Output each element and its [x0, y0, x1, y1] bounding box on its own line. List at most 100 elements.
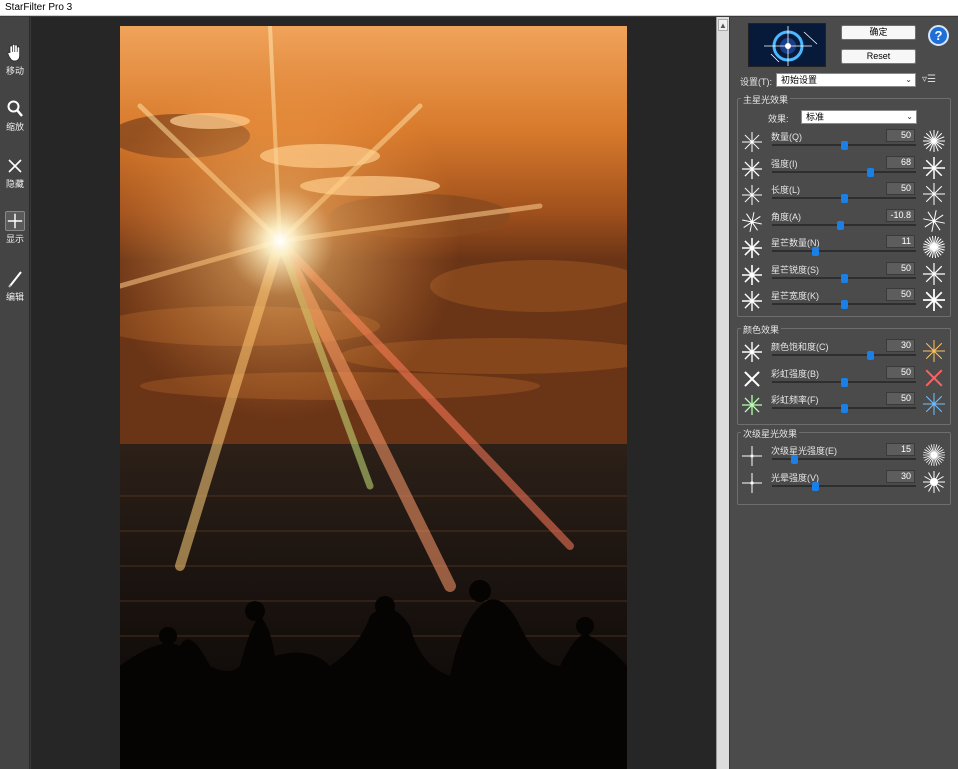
slider-thumb[interactable] [866, 167, 874, 177]
slider-row: 角度(A) -10.8 [738, 208, 950, 235]
slider-value-field[interactable]: 50 [886, 129, 915, 142]
slider-thumb[interactable] [841, 404, 848, 413]
star-preview-icon [922, 339, 946, 363]
slider-row: 次级星光强度(E) 15 [738, 443, 950, 469]
star-preview-icon [922, 262, 946, 286]
slider-track[interactable] [772, 250, 916, 252]
settings-panel: 确定 Reset ? 设置(T): 初始设置 ⌄ ▿☰ 主星光效果 效果: 标准 ⌄… [730, 17, 958, 769]
slider-value-field[interactable]: 50 [886, 392, 915, 405]
star-preview-icon [741, 472, 763, 494]
vertical-scrollbar[interactable]: ▲ [716, 17, 729, 769]
tool-hide-label: 隐藏 [5, 179, 24, 189]
color-effect-group: 颜色效果 颜色饱和度(C) 30 彩虹强度(B) 50 彩虹频率(F) 50 [737, 323, 951, 425]
star-preview-icon [922, 392, 946, 416]
chevron-down-icon: ⌄ [906, 112, 913, 121]
slider-row: 数量(Q) 50 [738, 129, 950, 155]
star-preview-icon [741, 368, 763, 390]
effect-select[interactable]: 标准 ⌄ [801, 110, 917, 124]
preset-value: 初始设置 [781, 75, 818, 85]
secondary-star-group: 次级星光效果 次级星光强度(E) 15 光晕强度(V) 30 [737, 427, 951, 505]
slider-track[interactable] [772, 223, 916, 226]
slider-label: 强度(I) [771, 158, 798, 169]
slider-value-field[interactable]: 68 [886, 155, 915, 169]
star-preview-icon [741, 341, 763, 363]
slider-row: 星芒宽度(K) 50 [738, 288, 950, 314]
scroll-up-arrow-icon[interactable]: ▲ [718, 19, 728, 31]
slider-value-field[interactable]: 50 [886, 261, 915, 275]
star-preview-icon [741, 445, 763, 467]
effect-value: 标准 [806, 112, 825, 122]
slider-label: 星芒锐度(S) [771, 264, 819, 275]
reset-button[interactable]: Reset [841, 49, 916, 64]
slider-thumb[interactable] [841, 141, 848, 150]
slider-label: 颜色饱和度(C) [771, 342, 829, 352]
tool-hide[interactable]: 隐藏 [2, 154, 28, 190]
slider-label: 角度(A) [771, 211, 801, 222]
main-star-group-title: 主星光效果 [741, 93, 791, 106]
tool-sidebar: 移动 缩放 隐藏 显示 编辑 [0, 17, 30, 769]
star-preview-icon [741, 158, 763, 180]
slider-row: 星芒数量(N) 11 [738, 235, 950, 261]
preset-menu-icon[interactable]: ▿☰ [922, 74, 936, 85]
tool-edit[interactable]: 编辑 [2, 267, 28, 303]
star-preview-icon [922, 156, 946, 180]
hand-icon [7, 44, 20, 62]
slider-thumb[interactable] [812, 247, 820, 256]
slider-row: 星芒锐度(S) 50 [738, 261, 950, 288]
tool-zoom-label: 缩放 [5, 122, 24, 132]
slider-thumb[interactable] [841, 377, 848, 387]
slider-thumb[interactable] [841, 194, 848, 203]
star-preview-icon [922, 182, 946, 206]
star-preview-icon [922, 235, 946, 259]
slider-track[interactable] [772, 170, 916, 173]
star-preview-icon [922, 209, 946, 233]
slider-track[interactable] [772, 354, 916, 356]
slider-track[interactable] [772, 484, 916, 487]
star-preview-icon [741, 394, 763, 416]
window-title: StarFilter Pro 3 [5, 2, 73, 13]
slider-value-field[interactable]: 50 [886, 288, 915, 301]
slider-thumb[interactable] [866, 351, 874, 360]
main-star-group: 主星光效果 效果: 标准 ⌄ 数量(Q) 50 强度(I) 68 长度(L) 50 角度(A)… [737, 93, 951, 317]
star-preview-icon [741, 184, 763, 206]
slider-value-field[interactable]: 30 [886, 339, 915, 352]
slider-value-field[interactable]: 50 [886, 365, 915, 379]
chevron-down-icon: ⌄ [905, 75, 912, 84]
star-preview-icon [922, 470, 946, 494]
tool-show[interactable]: 显示 [2, 209, 28, 245]
magnifier-icon [7, 100, 23, 117]
slider-thumb[interactable] [790, 455, 798, 464]
star-preview-icon [741, 131, 763, 153]
tool-move-label: 移动 [5, 66, 24, 76]
help-icon[interactable]: ? [928, 25, 949, 46]
slider-label: 长度(L) [771, 185, 800, 195]
slider-thumb[interactable] [841, 273, 848, 283]
preset-select[interactable]: 初始设置 ⌄ [776, 73, 916, 87]
slider-value-field[interactable]: -10.8 [886, 208, 915, 222]
star-preview-icon [922, 129, 946, 153]
slider-row: 长度(L) 50 [738, 182, 950, 208]
preset-label: 设置(T): [740, 77, 772, 87]
slider-value-field[interactable]: 15 [886, 443, 915, 456]
slider-row: 光晕强度(V) 30 [738, 469, 950, 496]
star-preview-icon [922, 443, 946, 467]
ok-button[interactable]: 确定 [841, 25, 916, 40]
slider-value-field[interactable]: 30 [886, 469, 915, 483]
crosshair-icon [5, 211, 25, 231]
preview-canvas[interactable] [31, 17, 716, 769]
star-preview-icon [741, 264, 763, 286]
slider-value-field[interactable]: 50 [886, 182, 915, 195]
slider-thumb[interactable] [812, 481, 820, 491]
star-preview-icon [922, 366, 946, 390]
cross-icon [8, 159, 22, 173]
tool-move[interactable]: 移动 [2, 41, 28, 77]
effect-thumbnail [748, 23, 826, 67]
tool-show-label: 显示 [5, 234, 24, 244]
tool-zoom[interactable]: 缩放 [2, 97, 28, 133]
slider-label: 星芒宽度(K) [771, 291, 819, 301]
slider-thumb[interactable] [836, 220, 844, 230]
slider-row: 颜色饱和度(C) 30 [738, 339, 950, 365]
slider-value-field[interactable]: 11 [886, 235, 915, 248]
slider-thumb[interactable] [841, 300, 848, 309]
star-preview-icon [741, 211, 763, 233]
